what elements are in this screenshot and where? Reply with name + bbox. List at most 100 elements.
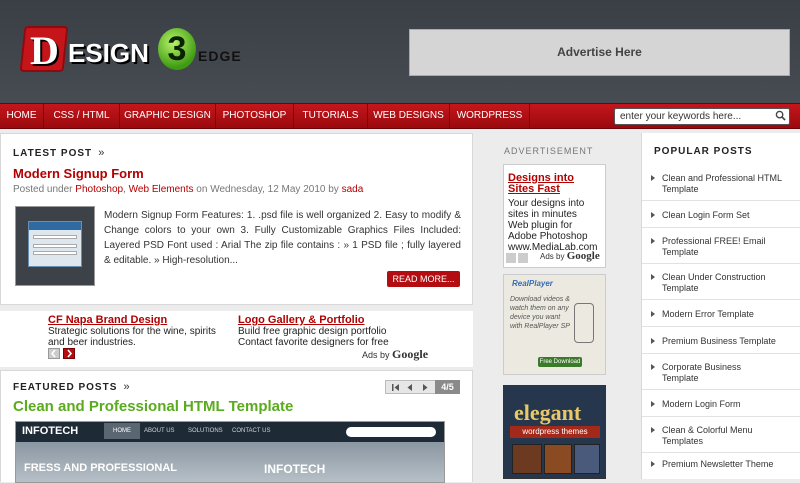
popular-posts-sidebar: POPULAR POSTS Clean and Professional HTM… <box>641 133 800 479</box>
popular-post-item[interactable]: Clean & Colorful Menu Templates <box>642 419 800 453</box>
read-more-button[interactable]: READ MORE... <box>387 271 460 287</box>
author-link[interactable]: sada <box>342 184 364 195</box>
featured-post-title[interactable]: Clean and Professional HTML Template <box>13 398 293 415</box>
latest-post-title[interactable]: Modern Signup Form <box>13 166 144 181</box>
nav-item-photoshop[interactable]: PHOTOSHOP <box>216 104 294 128</box>
popular-post-item[interactable]: Premium Newsletter Theme <box>642 455 800 479</box>
bullet-arrow-icon <box>651 427 655 433</box>
popular-post-item[interactable]: Professional FREE! Email Template <box>642 230 800 264</box>
category-link-photoshop[interactable]: Photoshop <box>75 184 123 195</box>
search-icon[interactable] <box>775 110 786 121</box>
ad-prev-button[interactable] <box>506 253 516 263</box>
ads-prev-button[interactable] <box>48 348 60 359</box>
popular-post-item[interactable]: Modern Error Template <box>642 302 800 327</box>
nav-item-tutorials[interactable]: TUTORIALS <box>294 104 368 128</box>
next-icon[interactable] <box>422 384 428 391</box>
thumbnail-form-field <box>33 235 77 239</box>
ads-by-label: Ads by <box>362 350 390 360</box>
realplayer-line: watch them on any <box>510 305 569 312</box>
nav-item-home[interactable]: HOME <box>0 104 44 128</box>
thumbnail-form-field <box>33 251 77 255</box>
nav-item-wordpress[interactable]: WORDPRESS <box>450 104 530 128</box>
ads-by-google[interactable]: Ads by Google <box>362 347 428 362</box>
thumbnail-form-header <box>29 222 81 230</box>
realplayer-text: Download videos & watch them on any devi… <box>510 295 570 331</box>
bullet-arrow-icon <box>651 311 655 317</box>
preview-nav-item: ABOUT US <box>144 428 175 434</box>
popular-post-label: Premium Business Template <box>662 336 776 346</box>
realplayer-line: device you want <box>510 314 561 321</box>
ad-next-button[interactable] <box>518 253 528 263</box>
ad-line: Strategic solutions for the wine, spirit… <box>48 326 216 337</box>
popular-post-label: Modern Error Template <box>662 309 754 319</box>
free-download-button[interactable]: Free Download <box>538 357 582 367</box>
popular-post-item[interactable]: Clean Under Construction Template <box>642 266 800 300</box>
popular-post-item[interactable]: Premium Business Template <box>642 329 800 354</box>
nav-item-css-html[interactable]: CSS / HTML <box>44 104 120 128</box>
ads-by-google[interactable]: Ads by Google <box>540 250 600 262</box>
popular-post-item[interactable]: Modern Login Form <box>642 392 800 417</box>
popular-post-item[interactable]: Clean Login Form Set <box>642 203 800 228</box>
featured-posts-box: FEATURED POSTS » 4/5 Clean and Professio… <box>0 370 473 483</box>
ad-body-line: sites in minutes <box>508 209 577 220</box>
bullet-arrow-icon <box>651 175 655 181</box>
logo-number: 3 <box>158 28 196 70</box>
ad-line: and beer industries. <box>48 337 136 348</box>
popular-posts-title: POPULAR POSTS <box>654 146 753 157</box>
popular-post-label: Modern Login Form <box>662 399 741 409</box>
nav-item-graphic-design[interactable]: GRAPHIC DESIGN <box>120 104 216 128</box>
main-column: LATEST POST » Modern Signup Form Posted … <box>0 133 473 483</box>
preview-hero: FRESS AND PROFESSIONAL INFOTECH <box>16 442 444 482</box>
elegant-themes-ad[interactable]: elegant wordpress themes <box>503 385 606 479</box>
popular-post-item[interactable]: Clean and Professional HTML Template <box>642 171 800 201</box>
popular-post-label: Clean Login Form Set <box>662 210 750 220</box>
ad-title[interactable]: Designs into Sites Fast <box>508 173 574 195</box>
logo-suffix: EDGE <box>198 48 242 64</box>
thumbnail-form-field <box>33 244 77 248</box>
featured-post-image[interactable]: INFOTECH HOME ABOUT US SOLUTIONS CONTACT… <box>15 421 445 483</box>
section-title: FEATURED POSTS <box>13 382 118 393</box>
ads-next-button[interactable] <box>63 348 75 359</box>
ad-body: Your designs into sites in minutes Web p… <box>508 198 597 253</box>
ad-title[interactable]: Logo Gallery & Portfolio <box>238 315 438 326</box>
ad-title-line: Sites Fast <box>508 183 560 195</box>
bullet-arrow-icon <box>651 238 655 244</box>
site-logo[interactable]: D ESIGN 3 EDGE <box>18 24 248 84</box>
header-ad-banner[interactable]: Advertise Here <box>409 29 790 76</box>
preview-nav-item: CONTACT US <box>232 428 271 434</box>
section-title: LATEST POST <box>13 148 93 159</box>
preview-nav-item: SOLUTIONS <box>188 428 223 434</box>
first-icon[interactable] <box>392 384 400 391</box>
site-header: D ESIGN 3 EDGE Advertise Here <box>0 0 800 103</box>
popular-post-label: Clean & Colorful Menu <box>662 425 753 435</box>
prev-icon[interactable] <box>407 384 413 391</box>
popular-post-label: Templates <box>662 436 704 446</box>
popular-post-label: Corporate Business <box>662 362 742 372</box>
search-input[interactable]: enter your keywords here... <box>614 108 790 125</box>
featured-pager: 4/5 <box>385 380 460 394</box>
text-ad-2[interactable]: Logo Gallery & Portfolio Build free grap… <box>238 315 438 349</box>
popular-post-item[interactable]: Corporate Business Template <box>642 356 800 390</box>
nav-item-web-designs[interactable]: WEB DESIGNS <box>368 104 450 128</box>
advertisement-label: ADVERTISEMENT <box>504 146 594 156</box>
text-ad-1[interactable]: CF Napa Brand Design Strategic solutions… <box>48 315 233 349</box>
post-thumbnail[interactable] <box>15 206 95 286</box>
bullet-arrow-icon <box>651 274 655 280</box>
logo-letter: D <box>30 28 59 73</box>
popular-post-label: Template <box>662 184 699 194</box>
logo-word: ESIGN <box>68 38 149 68</box>
realplayer-ad[interactable]: RealPlayer Download videos & watch them … <box>503 274 606 375</box>
theme-thumbnail <box>544 444 572 474</box>
theme-thumbnail <box>574 444 600 474</box>
section-arrows: » <box>123 381 130 393</box>
chevron-right-icon <box>67 349 73 358</box>
medialab-ad[interactable]: Designs into Sites Fast Your designs int… <box>503 164 606 268</box>
phone-sketch <box>574 303 594 343</box>
thumbnail-form-graphic <box>28 221 82 267</box>
category-link-web-elements[interactable]: Web Elements <box>129 184 194 195</box>
realplayer-brand: RealPlayer <box>512 279 553 288</box>
preview-heading: FRESS AND PROFESSIONAL <box>24 462 177 474</box>
realplayer-line: with RealPlayer SP <box>510 323 570 330</box>
ad-title[interactable]: CF Napa Brand Design <box>48 315 233 326</box>
section-arrows: » <box>98 147 105 159</box>
